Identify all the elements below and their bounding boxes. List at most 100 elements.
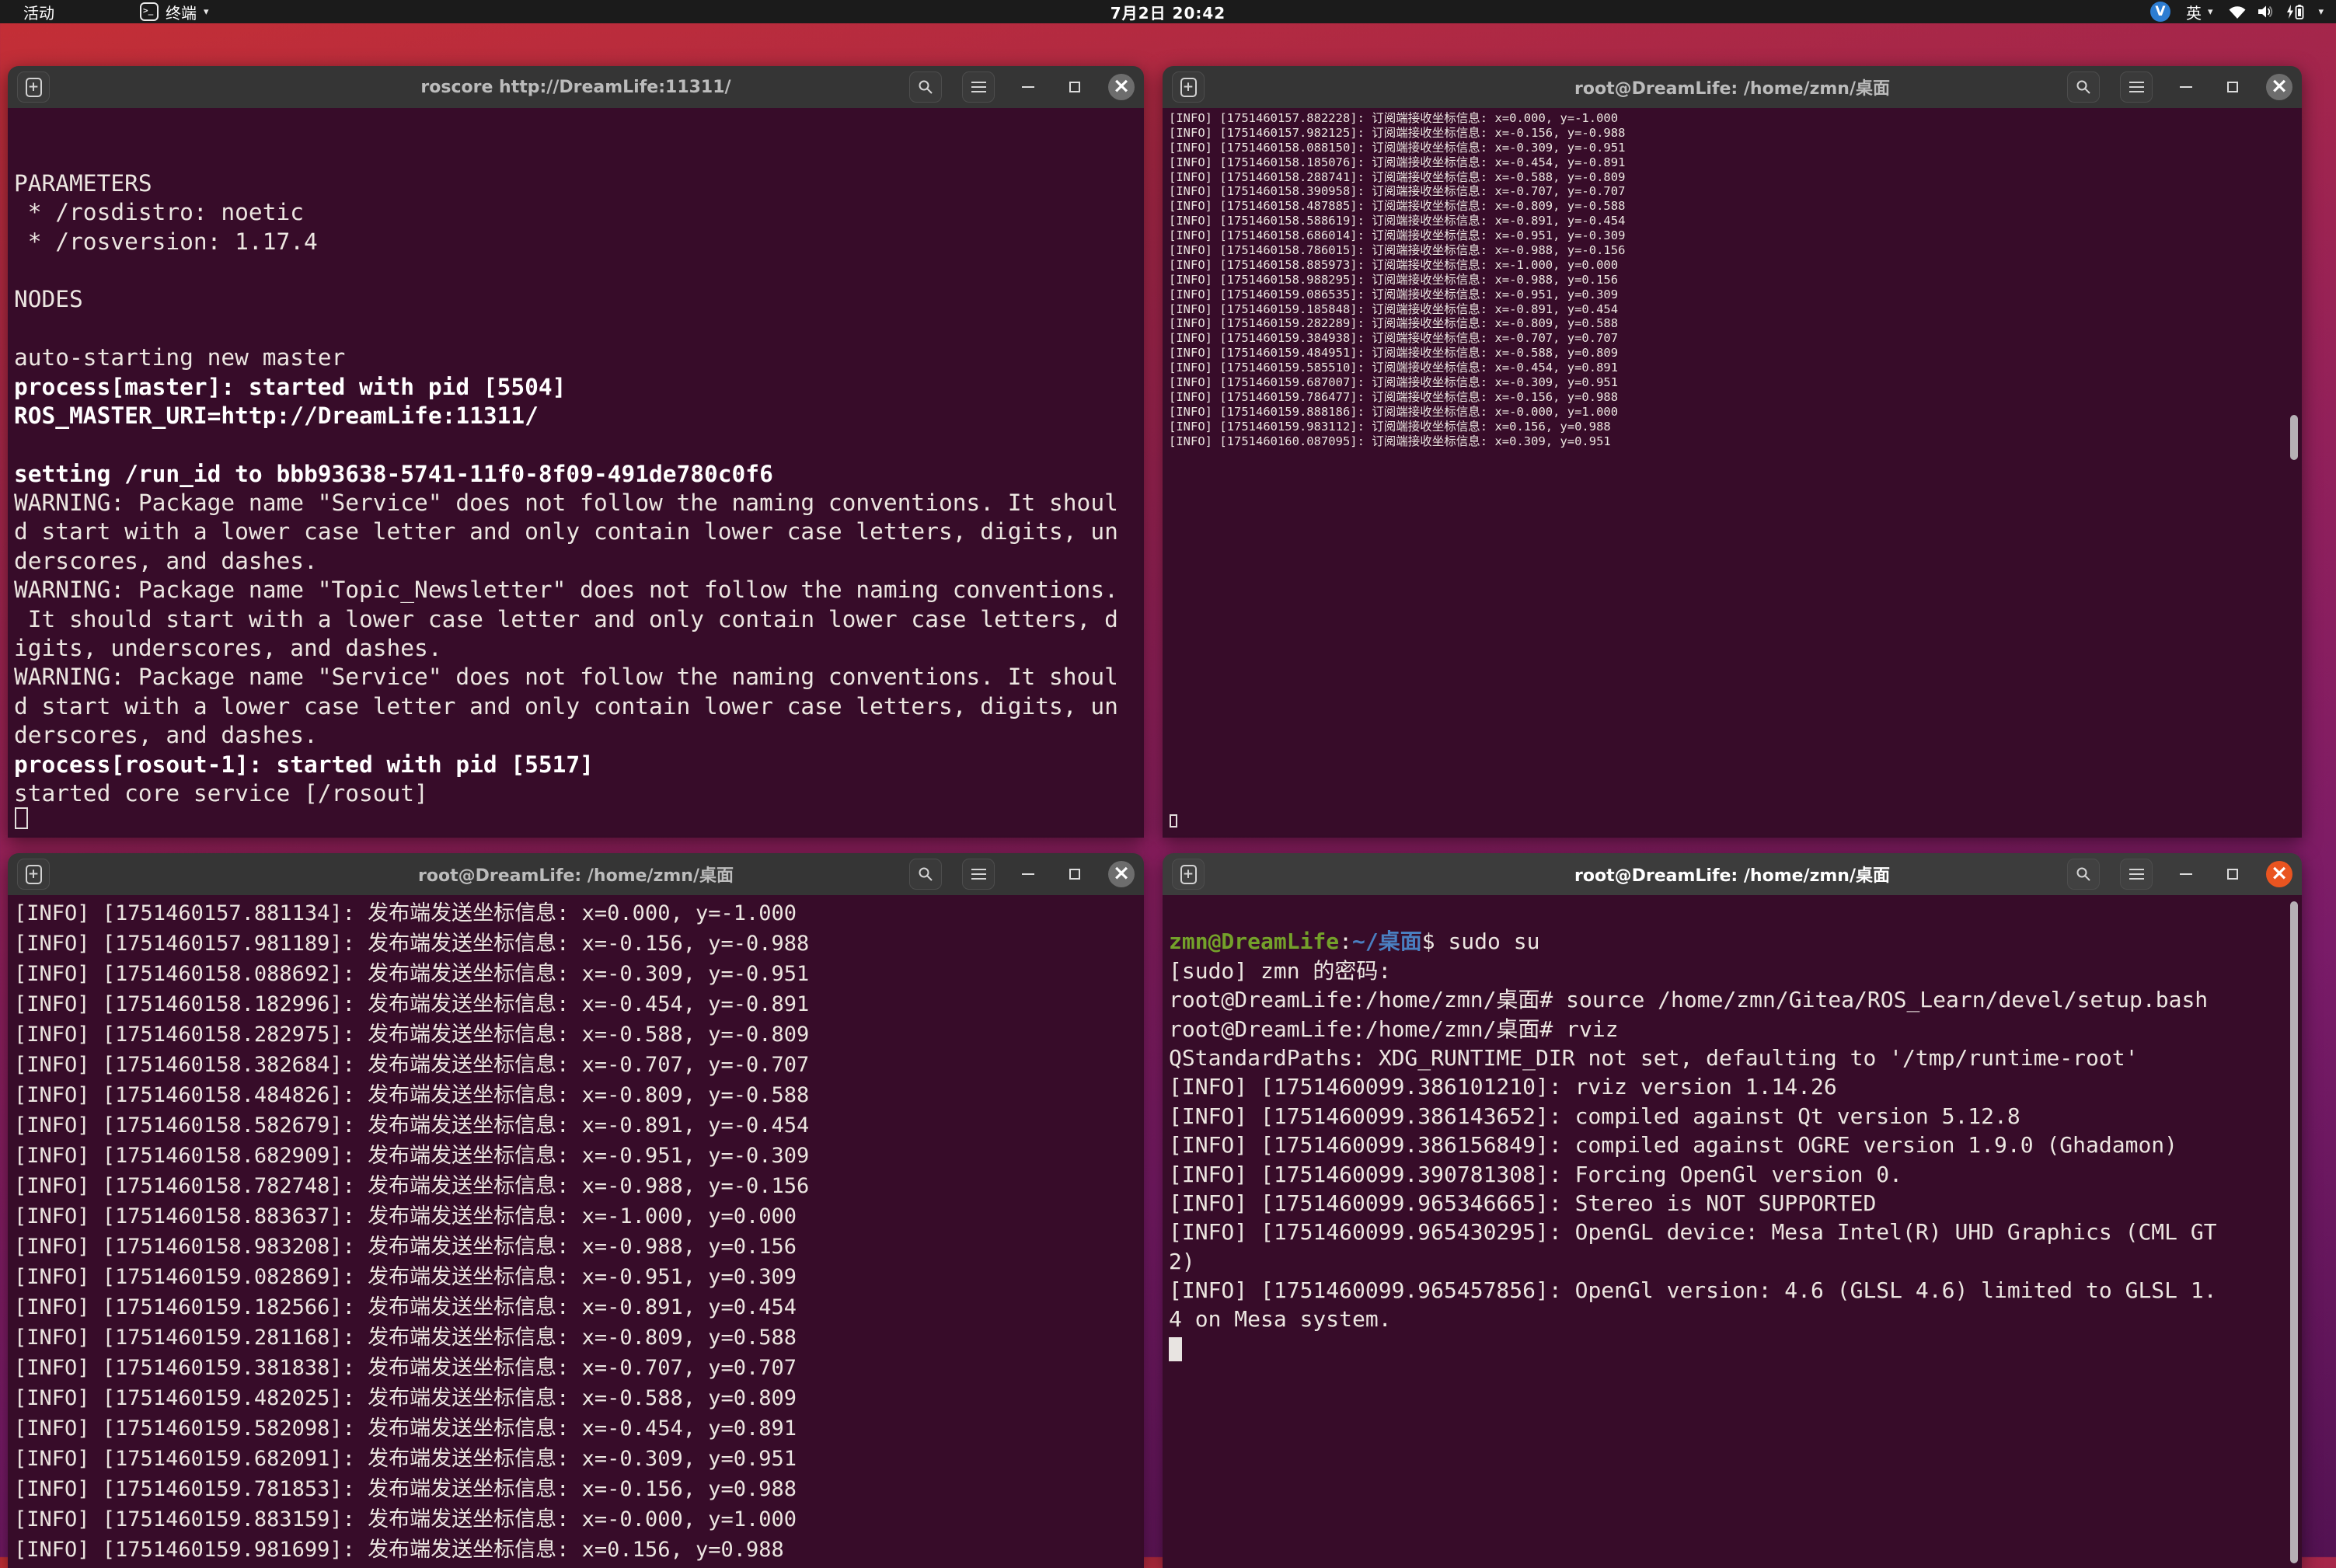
search-icon — [2076, 866, 2091, 882]
scrollbar-thumb[interactable] — [2290, 415, 2298, 460]
input-method-indicator[interactable]: 英 ▾ — [2186, 1, 2213, 23]
terminal-line — [14, 140, 1138, 169]
maximize-button[interactable] — [2219, 74, 2246, 100]
terminal-text-segment: * /rosdistro: noetic — [14, 199, 304, 225]
titlebar[interactable]: + root@DreamLife: /home/zmn/桌面 × — [1163, 853, 2302, 895]
new-tab-button[interactable]: + — [1172, 71, 1205, 103]
activities-button[interactable]: 活动 — [17, 1, 61, 23]
terminal-text-segment: [INFO] [1751460158.786015]: 订阅端接收坐标信息: x… — [1169, 243, 1625, 257]
minimize-button[interactable] — [2173, 861, 2199, 887]
system-status-menu[interactable]: ▾ — [2228, 4, 2324, 19]
search-button[interactable] — [2067, 71, 2100, 103]
terminal-text-segment: derscores, and dashes. — [14, 722, 318, 748]
search-button[interactable] — [2067, 859, 2100, 890]
titlebar[interactable]: + roscore http://DreamLife:11311/ × — [8, 66, 1144, 108]
menu-icon — [971, 873, 986, 875]
terminal-line: root@DreamLife:/home/zmn/桌面# source /hom… — [1169, 985, 2296, 1014]
terminal-line — [1169, 1334, 2296, 1363]
terminal-line — [14, 315, 1138, 343]
terminal-text-segment: [INFO] [1751460099.386156849]: compiled … — [1169, 1132, 2177, 1158]
close-button[interactable]: × — [2266, 74, 2292, 100]
terminal-text-segment: zmn@DreamLife — [1169, 929, 1339, 954]
menu-button[interactable] — [2120, 859, 2153, 890]
maximize-button[interactable] — [1062, 74, 1088, 100]
terminal-text-segment: derscores, and dashes. — [14, 548, 318, 574]
terminal-text-segment: [INFO] [1751460157.982125]: 订阅端接收坐标信息: x… — [1169, 126, 1625, 140]
terminal-text-segment: 2) — [1169, 1249, 1195, 1274]
terminal-line: [INFO] [1751460159.983112]: 订阅端接收坐标信息: x… — [1169, 420, 2296, 434]
terminal-line: [INFO] [1751460157.881134]: 发布端发送坐标信息: x… — [14, 898, 1138, 929]
minimize-icon — [1022, 873, 1034, 875]
terminal-line: [INFO] [1751460159.781853]: 发布端发送坐标信息: x… — [14, 1474, 1138, 1504]
terminal-text-segment: [INFO] [1751460159.981699]: 发布端发送坐标信息: x… — [14, 1538, 784, 1562]
terminal-line: [INFO] [1751460158.588619]: 订阅端接收坐标信息: x… — [1169, 214, 2296, 228]
new-tab-button[interactable]: + — [17, 71, 50, 103]
terminal-text-segment: WARNING: Package name "Topic_Newsletter"… — [14, 577, 1118, 603]
terminal-text-segment: WARNING: Package name "Service" does not… — [14, 664, 1118, 690]
terminal-text-segment: NODES — [14, 286, 83, 312]
terminal-line: [INFO] [1751460159.086535]: 订阅端接收坐标信息: x… — [1169, 287, 2296, 302]
terminal-text-segment: [INFO] [1751460159.786477]: 订阅端接收坐标信息: x… — [1169, 390, 1618, 404]
terminal-text-segment: [INFO] [1751460158.282975]: 发布端发送坐标信息: x… — [14, 1023, 809, 1047]
terminal-line: [INFO] [1751460159.981699]: 发布端发送坐标信息: x… — [14, 1535, 1138, 1565]
close-button[interactable]: × — [1108, 861, 1135, 887]
terminal-text-segment: [INFO] [1751460158.088692]: 发布端发送坐标信息: x… — [14, 962, 809, 986]
terminal-text-segment: [INFO] [1751460099.965430295]: OpenGL de… — [1169, 1219, 2217, 1245]
terminal-text-segment: [INFO] [1751460158.983208]: 发布端发送坐标信息: x… — [14, 1235, 797, 1259]
close-button[interactable]: × — [2266, 861, 2292, 887]
terminal-line: process[master]: started with pid [5504] — [14, 373, 1138, 402]
terminal-text-segment: [INFO] [1751460099.965457856]: OpenGl ve… — [1169, 1277, 2217, 1303]
search-button[interactable] — [909, 859, 942, 890]
terminal-text-segment: [INFO] [1751460159.185848]: 订阅端接收坐标信息: x… — [1169, 302, 1618, 316]
terminal-line: [INFO] [1751460158.686014]: 订阅端接收坐标信息: x… — [1169, 228, 2296, 243]
terminal-text-segment: $ sudo su — [1422, 929, 1540, 954]
new-tab-button[interactable]: + — [17, 859, 50, 890]
minimize-button[interactable] — [2173, 74, 2199, 100]
app-menu[interactable]: >_ 终端 ▾ — [140, 1, 209, 23]
titlebar[interactable]: + root@DreamLife: /home/zmn/桌面 × — [8, 853, 1144, 895]
terminal-line: [INFO] [1751460158.885973]: 订阅端接收坐标信息: x… — [1169, 258, 2296, 273]
maximize-button[interactable] — [2219, 861, 2246, 887]
terminal-output[interactable]: [INFO] [1751460157.882228]: 订阅端接收坐标信息: x… — [1163, 108, 2302, 838]
minimize-button[interactable] — [1015, 861, 1041, 887]
scrollbar-thumb[interactable] — [2290, 901, 2298, 1563]
terminal-line: [INFO] [1751460159.786477]: 订阅端接收坐标信息: x… — [1169, 390, 2296, 405]
terminal-text-segment: d start with a lower case letter and onl… — [14, 693, 1118, 720]
terminal-line: [INFO] [1751460159.182566]: 发布端发送坐标信息: x… — [14, 1292, 1138, 1322]
terminal-output[interactable]: [INFO] [1751460157.881134]: 发布端发送坐标信息: x… — [8, 895, 1144, 1568]
terminal-line: [INFO] [1751460159.185848]: 订阅端接收坐标信息: x… — [1169, 302, 2296, 317]
minimize-icon — [2180, 873, 2192, 875]
minimize-button[interactable] — [1015, 74, 1041, 100]
top-bar: 活动 >_ 终端 ▾ 7月2日 20:42 V 英 ▾ ▾ — [0, 0, 2336, 23]
terminal-line — [14, 256, 1138, 285]
search-button[interactable] — [909, 71, 942, 103]
terminal-text-segment: started core service [/rosout] — [14, 780, 428, 807]
clock[interactable]: 7月2日 20:42 — [1110, 1, 1226, 23]
terminal-line: [INFO] [1751460099.390781308]: Forcing O… — [1169, 1160, 2296, 1189]
window-publisher: + root@DreamLife: /home/zmn/桌面 × [INFO] … — [8, 853, 1144, 1568]
close-button[interactable]: × — [1108, 74, 1135, 100]
close-icon: × — [1113, 862, 1131, 883]
terminal-text-segment: [INFO] [1751460158.390958]: 订阅端接收坐标信息: x… — [1169, 184, 1625, 198]
terminal-text-segment: [INFO] [1751460158.487885]: 订阅端接收坐标信息: x… — [1169, 199, 1625, 213]
titlebar[interactable]: + root@DreamLife: /home/zmn/桌面 × — [1163, 66, 2302, 108]
terminal-output[interactable]: zmn@DreamLife:~/桌面$ sudo su[sudo] zmn 的密… — [1163, 895, 2302, 1568]
terminal-line: [INFO] [1751460099.386101210]: rviz vers… — [1169, 1072, 2296, 1101]
terminal-text-segment: [INFO] [1751460158.185076]: 订阅端接收坐标信息: x… — [1169, 155, 1625, 169]
terminal-line: [INFO] [1751460157.982125]: 订阅端接收坐标信息: x… — [1169, 126, 2296, 141]
terminal-line: [INFO] [1751460158.088692]: 发布端发送坐标信息: x… — [14, 959, 1138, 989]
menu-button[interactable] — [2120, 71, 2153, 103]
terminal-output[interactable]: PARAMETERS * /rosdistro: noetic * /rosve… — [8, 108, 1144, 838]
terminal-line: [INFO] [1751460158.182996]: 发布端发送坐标信息: x… — [14, 989, 1138, 1019]
maximize-button[interactable] — [1062, 861, 1088, 887]
terminal-line — [14, 111, 1138, 140]
terminal-text-segment: ~/桌面 — [1352, 929, 1422, 954]
menu-button[interactable] — [962, 71, 995, 103]
app-badge-icon[interactable]: V — [2150, 2, 2170, 22]
new-tab-button[interactable]: + — [1172, 859, 1205, 890]
terminal-text-segment: : — [1339, 929, 1352, 954]
terminal-line: [INFO] [1751460158.088150]: 订阅端接收坐标信息: x… — [1169, 141, 2296, 155]
terminal-text-segment: [INFO] [1751460099.386101210]: rviz vers… — [1169, 1074, 1837, 1099]
menu-button[interactable] — [962, 859, 995, 890]
terminal-text-segment: [INFO] [1751460159.687007]: 订阅端接收坐标信息: x… — [1169, 375, 1618, 389]
